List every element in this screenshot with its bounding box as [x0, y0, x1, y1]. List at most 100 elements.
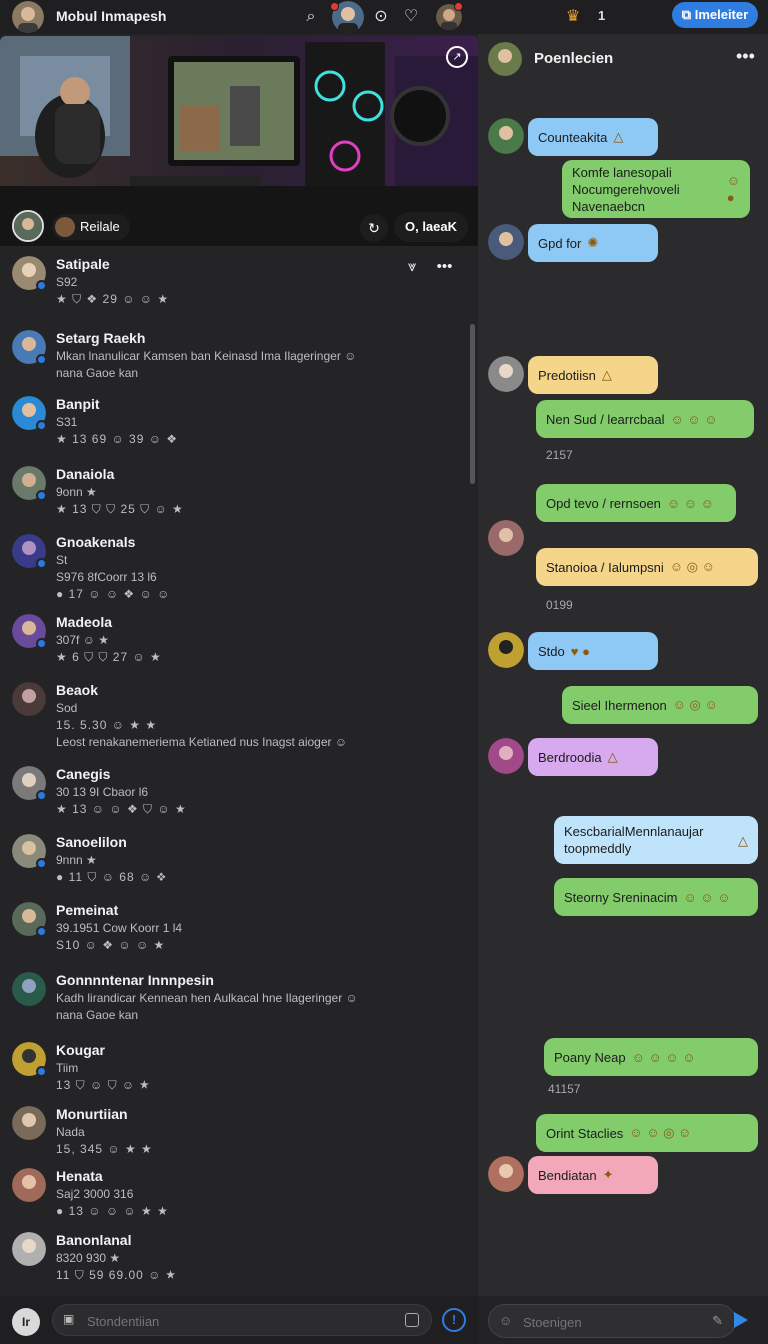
- sender-avatar[interactable]: [488, 738, 524, 774]
- online-indicator: [36, 790, 47, 801]
- list-item[interactable]: Beaok Sod 15. 5.30 ☺ ★ ★ Leost renakanem…: [0, 674, 470, 754]
- hero-share-icon[interactable]: ↗: [446, 46, 468, 68]
- settings-icon[interactable]: ⊙: [370, 6, 392, 28]
- message-text: Opd tevo / rernsoen: [546, 495, 661, 511]
- send-icon[interactable]: [734, 1312, 748, 1328]
- list-item-reactions: 11 ⛉ 59 69.00 ☺ ★: [56, 1268, 177, 1282]
- emoji-icon[interactable]: ☺: [499, 1313, 512, 1328]
- chat-more-icon[interactable]: •••: [736, 46, 755, 67]
- feed-column: ↗ Reilale ↻ O, laeaK ⩔ ••• Satipale S92 …: [0, 34, 478, 1344]
- list-item-reactions: ● 17 ☺ ☺ ❖ ☺ ☺: [56, 587, 171, 601]
- message-emoji: ☺ ◎ ☺: [669, 559, 715, 574]
- list-item-meta: 30 13 9I Cbaor l6: [56, 785, 149, 799]
- message-emoji: ☺ ☺ ☺: [683, 889, 731, 905]
- chat-message[interactable]: Komfe lanesopali Nocumgerehvoveli Navena…: [562, 160, 750, 218]
- refresh-icon[interactable]: ↻: [360, 214, 388, 242]
- list-item[interactable]: Gnoakenals St S976 8fCoorr 13 l6 ● 17 ☺ …: [0, 526, 470, 602]
- list-item-meta: 307f ☺ ★: [56, 633, 110, 647]
- chat-message[interactable]: KescbarialMennlanaujar toopmeddly △: [554, 816, 758, 864]
- right-message-input[interactable]: [523, 1312, 693, 1332]
- list-item[interactable]: Monurtiian Nada 15, 345 ☺ ★ ★: [0, 1098, 470, 1158]
- list-item-reactions: 15, 345 ☺ ★ ★: [56, 1142, 153, 1156]
- sender-avatar[interactable]: [488, 520, 524, 556]
- list-item[interactable]: Pemeinat 39.1951 Cow Koorr 1 l4 S10 ☺ ❖ …: [0, 894, 470, 960]
- message-emoji: △: [613, 129, 624, 144]
- hero-image[interactable]: ↗ Reilale ↻ O, laeaK: [0, 36, 478, 246]
- trophy-icon[interactable]: ♛: [562, 6, 584, 28]
- list-item[interactable]: Banonlanal 8320 930 ★ 11 ⛉ 59 69.00 ☺ ★: [0, 1224, 470, 1288]
- chat-message[interactable]: Poany Neap ☺ ☺ ☺ ☺: [544, 1038, 758, 1076]
- hero-user-avatar[interactable]: [12, 210, 44, 242]
- message-text: Counteakita: [538, 129, 608, 145]
- list-item[interactable]: Gonnnntenar Innnpesin Kadh lirandicar Ke…: [0, 964, 470, 1030]
- chat-message[interactable]: Orint Staclies ☺ ☺ ◎ ☺: [536, 1114, 758, 1152]
- sender-avatar[interactable]: [488, 118, 524, 154]
- list-item-reactions: ● 11 ⛉ ☺ 68 ☺ ❖: [56, 870, 167, 884]
- left-message-input[interactable]: [87, 1311, 387, 1331]
- list-item[interactable]: Satipale S92 ★ ⛉ ❖ 29 ☺ ☺ ★: [0, 248, 470, 320]
- list-item[interactable]: Kougar Tiim 13 ⛉ ☺ ⛉ ☺ ★: [0, 1034, 470, 1096]
- chat-message[interactable]: Stanoioa / Ialumpsni ☺ ◎ ☺: [536, 548, 758, 586]
- hero-reaction-chip[interactable]: Reilale: [52, 214, 130, 240]
- message-emoji: ☺ ◎ ☺: [672, 697, 718, 712]
- chat-message[interactable]: Berdroodia △: [528, 738, 658, 776]
- list-item-meta: Nada: [56, 1125, 85, 1139]
- chat-message[interactable]: Steorny Sreninacim ☺ ☺ ☺: [554, 878, 758, 916]
- list-item-meta: S31: [56, 415, 78, 429]
- message-emoji: △: [601, 367, 612, 382]
- message-text: Orint Staclies: [546, 1125, 624, 1141]
- chat-message[interactable]: Opd tevo / rernsoen ☺ ☺ ☺: [536, 484, 736, 522]
- list-item[interactable]: Madeola 307f ☺ ★ ★ 6 ⛉ ⛉ 27 ☺ ★: [0, 606, 470, 672]
- chat-message[interactable]: Stdo ♥ ●: [528, 632, 658, 670]
- top-action-button[interactable]: ⧉ Imeleiter: [672, 2, 758, 28]
- message-text: Stdo: [538, 643, 565, 659]
- message-timestamp: 2157: [546, 448, 573, 462]
- hero-pill-button[interactable]: O, laeaK: [394, 212, 468, 242]
- list-item-meta: S92: [56, 275, 78, 289]
- list-item[interactable]: Canegis 30 13 9I Cbaor l6 ★ 13 ☺ ☺ ❖ ⛉ ☺…: [0, 758, 470, 824]
- online-indicator: [36, 490, 47, 501]
- list-item-reactions: ★ 13 ⛉ ⛉ 25 ⛉ ☺ ★: [56, 502, 184, 516]
- sender-avatar[interactable]: [488, 1156, 524, 1192]
- sender-avatar[interactable]: [488, 632, 524, 668]
- chat-message[interactable]: Bendiatan ✦: [528, 1156, 658, 1194]
- image-icon[interactable]: ▣: [63, 1312, 79, 1328]
- profile-avatar[interactable]: [12, 1, 44, 33]
- online-indicator: [36, 354, 47, 365]
- message-emoji: ☺ ☺ ☺ ☺: [631, 1049, 696, 1065]
- chat-avatar[interactable]: [488, 42, 522, 76]
- list-item[interactable]: Sanoelilon 9nnn ★ ● 11 ⛉ ☺ 68 ☺ ❖: [0, 826, 470, 892]
- chat-title: Poenlecien: [534, 50, 614, 67]
- chat-message[interactable]: Nen Sud / learrcbaal ☺ ☺ ☺: [536, 400, 754, 438]
- pen-icon[interactable]: ✎: [712, 1313, 723, 1329]
- list-item[interactable]: Setarg Raekh Mkan lnanulicar Kamsen ban …: [0, 322, 470, 386]
- info-icon[interactable]: !: [442, 1308, 466, 1332]
- list-item-name: Setarg Raekh: [56, 330, 146, 346]
- list-item[interactable]: Banpit S31 ★ 13 69 ☺ 39 ☺ ❖: [0, 388, 470, 456]
- left-message-input-box[interactable]: ▣: [52, 1304, 432, 1336]
- list-item[interactable]: Henata Saj2 3000 316 ● 13 ☺ ☺ ☺ ★ ★: [0, 1160, 470, 1222]
- right-composer-bar: ☺ ✎: [478, 1296, 768, 1344]
- top-bar: Mobul Inmapesh ⌕ ⊙ ♡ ♛ 1 ⧉ Imeleiter: [0, 0, 768, 34]
- chat-message[interactable]: Counteakita △: [528, 118, 658, 156]
- online-indicator: [36, 280, 47, 291]
- list-item-message: Leost renakanemeriema Ketianed nus Inags…: [56, 735, 348, 749]
- composer-avatar[interactable]: Ir: [12, 1308, 40, 1336]
- list-item-reactions: 15. 5.30 ☺ ★ ★: [56, 718, 158, 732]
- list-scrollbar[interactable]: [470, 324, 475, 484]
- right-message-input-box[interactable]: ☺ ✎: [488, 1304, 736, 1338]
- chat-message[interactable]: Gpd for ✺: [528, 224, 658, 262]
- list-item[interactable]: Danaiola 9onn ★ ★ 13 ⛉ ⛉ 25 ⛉ ☺ ★: [0, 458, 470, 526]
- attachment-icon[interactable]: [405, 1313, 419, 1327]
- heart-icon[interactable]: ♡: [400, 6, 422, 28]
- list-item-message: Mkan lnanulicar Kamsen ban Keinasd Ima I…: [56, 349, 357, 363]
- list-item-name: Madeola: [56, 614, 113, 630]
- chat-message[interactable]: Predotiisn △: [528, 356, 658, 394]
- online-indicator: [36, 858, 47, 869]
- sender-avatar[interactable]: [488, 224, 524, 260]
- list-item-name: Monurtiian: [56, 1106, 128, 1122]
- chat-message[interactable]: Sieel Ihermenon ☺ ◎ ☺: [562, 686, 758, 724]
- search-icon[interactable]: ⌕: [300, 6, 322, 28]
- list-item-reactions: ● 13 ☺ ☺ ☺ ★ ★: [56, 1204, 169, 1218]
- sender-avatar[interactable]: [488, 356, 524, 392]
